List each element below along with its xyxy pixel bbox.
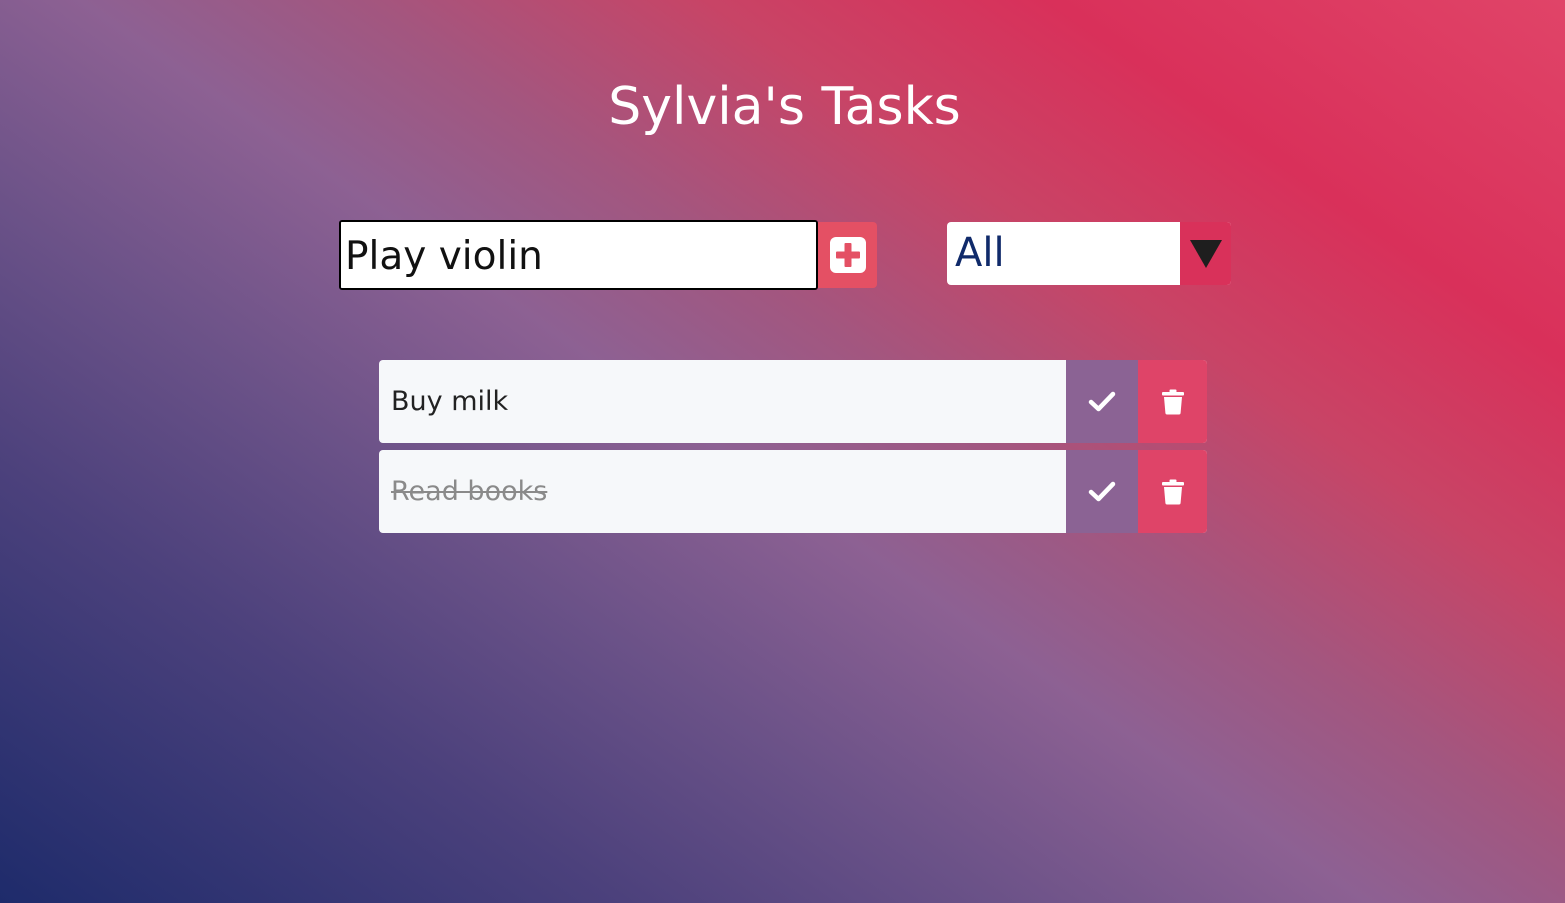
complete-button[interactable]: [1066, 450, 1138, 533]
complete-button[interactable]: [1066, 360, 1138, 443]
trash-icon: [1161, 389, 1184, 414]
todo-text: Buy milk: [391, 386, 509, 417]
check-icon: [1088, 481, 1116, 501]
todo-list: Buy milk Read books: [379, 360, 1207, 540]
task-form: Play violin: [339, 220, 879, 290]
task-input-value: Play violin: [345, 234, 543, 279]
triangle-down-icon: [1189, 239, 1222, 268]
delete-button[interactable]: [1138, 360, 1207, 443]
todo-item: Buy milk: [379, 360, 1207, 443]
filter-select[interactable]: All: [947, 222, 1231, 285]
add-task-button[interactable]: [818, 222, 877, 288]
plus-square-icon: [829, 237, 866, 273]
delete-button[interactable]: [1138, 450, 1207, 533]
check-icon: [1088, 391, 1116, 411]
trash-icon: [1161, 479, 1184, 504]
page-title: Sylvia's Tasks: [608, 77, 961, 137]
todo-item: Read books: [379, 450, 1207, 533]
filter-selected-value: All: [955, 230, 1005, 276]
todo-text: Read books: [391, 476, 548, 507]
task-input[interactable]: Play violin: [339, 220, 818, 290]
filter-dropdown-button[interactable]: [1180, 222, 1231, 285]
